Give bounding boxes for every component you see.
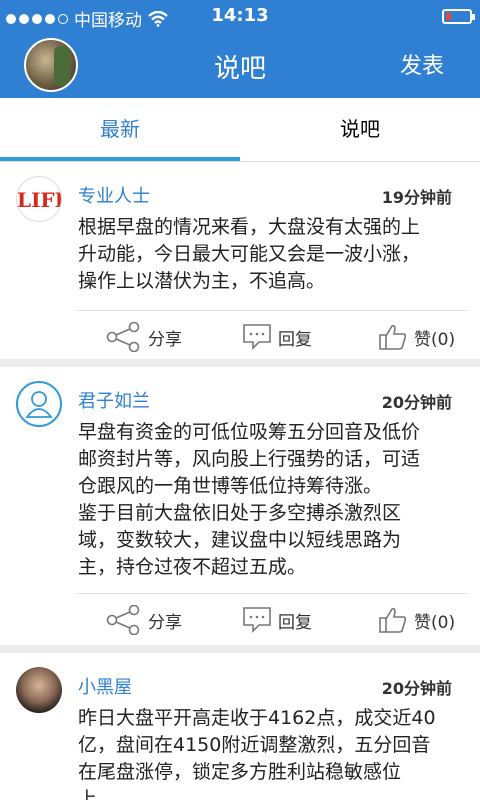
post-time: 19分钟前 bbox=[381, 188, 452, 207]
post-card: LIFI 专业人士 19分钟前 根据早盘的情况来看，大盘没有太强的上 升动能，今… bbox=[0, 162, 480, 359]
tab-latest[interactable]: 最新 bbox=[0, 98, 240, 160]
status-bar: 中国移动 14:13 bbox=[0, 0, 480, 32]
active-tab-indicator bbox=[0, 157, 240, 161]
post-author[interactable]: 专业人士 bbox=[78, 182, 150, 208]
comment-icon bbox=[243, 324, 271, 350]
reply-label: 回复 bbox=[278, 612, 312, 633]
post-avatar[interactable]: LIFI bbox=[16, 176, 62, 222]
like-label: 赞(0) bbox=[414, 329, 456, 350]
comment-icon bbox=[243, 607, 271, 633]
post-feed: LIFI 专业人士 19分钟前 根据早盘的情况来看，大盘没有太强的上 升动能，今… bbox=[0, 162, 480, 800]
default-user-icon bbox=[25, 391, 53, 418]
post-actions: 分享 回复 赞(0) bbox=[76, 593, 468, 645]
share-button[interactable]: 分享 bbox=[106, 594, 182, 646]
post-avatar[interactable] bbox=[16, 667, 62, 713]
battery-icon bbox=[442, 9, 475, 24]
reply-label: 回复 bbox=[278, 329, 312, 350]
post-content: 早盘有资金的可低位吸筹五分回音及低价 邮资封片等，风向股上行强势的话，可适 仓跟… bbox=[78, 421, 421, 578]
reply-button[interactable]: 回复 bbox=[242, 311, 312, 363]
share-button[interactable]: 分享 bbox=[106, 311, 182, 363]
share-label: 分享 bbox=[148, 612, 182, 633]
post-card: 小黑屋 20分钟前 昨日大盘平开高走收于4162点，成交近40 亿，盘间在415… bbox=[0, 653, 480, 800]
post-button[interactable]: 发表 bbox=[400, 48, 444, 80]
tab-shuoba[interactable]: 说吧 bbox=[240, 98, 480, 160]
like-label: 赞(0) bbox=[414, 612, 456, 633]
post-time: 20分钟前 bbox=[381, 393, 452, 412]
post-author[interactable]: 君子如兰 bbox=[78, 387, 150, 413]
thumbs-up-icon bbox=[379, 608, 407, 633]
post-avatar[interactable] bbox=[16, 381, 62, 427]
avatar-logo: LIFI bbox=[17, 188, 62, 212]
post-time: 20分钟前 bbox=[381, 679, 452, 698]
like-button[interactable]: 赞(0) bbox=[378, 594, 455, 646]
share-icon bbox=[106, 322, 140, 352]
post-content: 昨日大盘平开高走收于4162点，成交近40 亿，盘间在4150附近调整激烈，五分… bbox=[78, 707, 436, 800]
reply-button[interactable]: 回复 bbox=[242, 594, 312, 646]
post-author[interactable]: 小黑屋 bbox=[78, 673, 132, 699]
like-button[interactable]: 赞(0) bbox=[378, 311, 455, 363]
post-content: 根据早盘的情况来看，大盘没有太强的上 升动能，今日最大可能又会是一波小涨， 操作… bbox=[78, 216, 421, 292]
share-label: 分享 bbox=[148, 329, 182, 350]
status-time: 14:13 bbox=[211, 5, 269, 26]
share-icon bbox=[106, 605, 140, 635]
tab-bar: 最新 说吧 bbox=[0, 98, 480, 162]
post-card: 君子如兰 20分钟前 早盘有资金的可低位吸筹五分回音及低价 邮资封片等，风向股上… bbox=[0, 367, 480, 645]
post-actions: 分享 回复 赞(0) bbox=[76, 310, 468, 362]
app-header: 中国移动 14:13 说吧 发表 bbox=[0, 0, 480, 98]
thumbs-up-icon bbox=[379, 325, 407, 350]
